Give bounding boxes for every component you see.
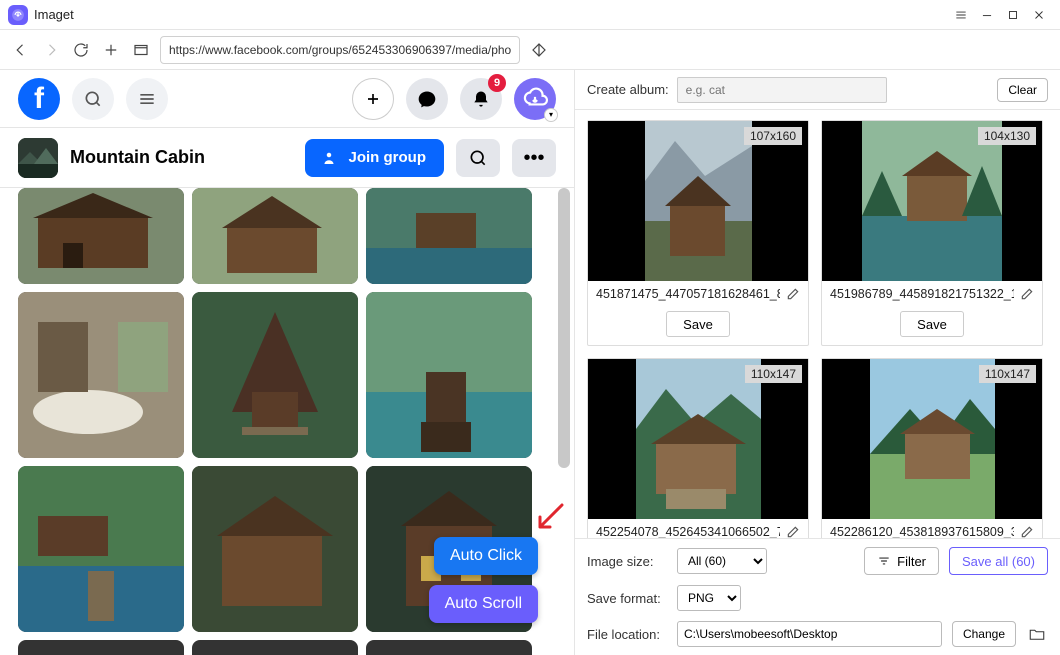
photo-thumbnail[interactable] <box>366 640 532 655</box>
filter-label: Filter <box>897 554 926 569</box>
photo-thumbnail[interactable] <box>192 188 358 284</box>
dimension-badge: 107x160 <box>744 127 802 145</box>
image-card: 110x147 452286120_453818937615809_3957 <box>821 358 1043 538</box>
album-header: Create album: Clear <box>575 70 1060 110</box>
image-thumbnail[interactable]: 110x147 <box>588 359 808 519</box>
image-filename: 451871475_447057181628461_8497 <box>596 287 780 301</box>
image-list: 107x160 451871475_447057181628461_8497 S… <box>575 110 1060 538</box>
menu-icon[interactable] <box>948 4 974 26</box>
album-name-input[interactable] <box>677 77 887 103</box>
edit-icon[interactable] <box>1020 525 1034 538</box>
auto-click-button[interactable]: Auto Click <box>434 537 538 575</box>
save-format-select[interactable]: PNG <box>677 585 741 611</box>
create-album-label: Create album: <box>587 82 669 97</box>
photo-thumbnail[interactable] <box>366 292 532 458</box>
image-size-label: Image size: <box>587 554 667 569</box>
save-button[interactable]: Save <box>900 311 964 337</box>
chevron-down-icon[interactable]: ▾ <box>544 108 558 122</box>
fb-header: f 9 ▾ <box>0 70 574 128</box>
image-filename: 452286120_453818937615809_3957 <box>830 525 1014 538</box>
close-button[interactable] <box>1026 4 1052 26</box>
photo-thumbnail[interactable] <box>18 640 184 655</box>
imaget-download-icon[interactable]: ▾ <box>514 78 556 120</box>
arrow-annotation <box>534 503 564 533</box>
group-header: Mountain Cabin Join group ••• <box>0 128 574 188</box>
save-format-label: Save format: <box>587 591 667 606</box>
image-card: 104x130 451986789_445891821751322_1997 S… <box>821 120 1043 346</box>
photo-thumbnail[interactable] <box>366 188 532 284</box>
back-button[interactable] <box>10 39 32 61</box>
image-thumbnail[interactable]: 110x147 <box>822 359 1042 519</box>
browser-pane: f 9 ▾ Mountain Cabin Join group <box>0 70 575 655</box>
reload-button[interactable] <box>70 39 92 61</box>
create-button[interactable] <box>352 78 394 120</box>
group-avatar[interactable] <box>18 138 58 178</box>
minimize-button[interactable] <box>974 4 1000 26</box>
photo-thumbnail[interactable] <box>192 640 358 655</box>
photo-thumbnail[interactable] <box>192 466 358 632</box>
edit-icon[interactable] <box>786 287 800 301</box>
scrollbar[interactable] <box>558 188 570 468</box>
image-thumbnail[interactable]: 107x160 <box>588 121 808 281</box>
navbar <box>0 30 1060 70</box>
save-all-button[interactable]: Save all (60) <box>949 547 1048 575</box>
url-input[interactable] <box>160 36 520 64</box>
dimension-badge: 110x147 <box>979 365 1036 383</box>
download-panel: Create album: Clear 107x160 451871475_44… <box>575 70 1060 655</box>
search-icon[interactable] <box>72 78 114 120</box>
image-filename: 452254078_452645341066502_7083 <box>596 525 780 538</box>
photo-thumbnail[interactable] <box>18 188 184 284</box>
new-tab-button[interactable] <box>100 39 122 61</box>
join-group-label: Join group <box>349 149 427 166</box>
facebook-logo[interactable]: f <box>18 78 60 120</box>
edit-icon[interactable] <box>1020 287 1034 301</box>
auto-scroll-button[interactable]: Auto Scroll <box>429 585 538 623</box>
maximize-button[interactable] <box>1000 4 1026 26</box>
app-name: Imaget <box>34 7 74 22</box>
filter-button[interactable]: Filter <box>864 547 939 575</box>
titlebar: Imaget <box>0 0 1060 30</box>
image-size-select[interactable]: All (60) <box>677 548 767 574</box>
join-group-button[interactable]: Join group <box>305 139 445 177</box>
download-controls: Image size: All (60) Filter Save all (60… <box>575 538 1060 655</box>
dimension-badge: 104x130 <box>978 127 1036 145</box>
group-name: Mountain Cabin <box>70 147 205 168</box>
open-folder-icon[interactable] <box>1026 623 1048 645</box>
dimension-badge: 110x147 <box>745 365 802 383</box>
file-location-input[interactable] <box>677 621 942 647</box>
app-icon <box>8 5 28 25</box>
forward-button[interactable] <box>40 39 62 61</box>
change-location-button[interactable]: Change <box>952 621 1016 647</box>
clear-button[interactable]: Clear <box>997 78 1048 102</box>
group-more-button[interactable]: ••• <box>512 139 556 177</box>
menu-icon[interactable] <box>126 78 168 120</box>
image-thumbnail[interactable]: 104x130 <box>822 121 1042 281</box>
image-filename: 451986789_445891821751322_1997 <box>830 287 1014 301</box>
window-icon[interactable] <box>130 39 152 61</box>
file-location-label: File location: <box>587 627 667 642</box>
notification-badge: 9 <box>488 74 506 92</box>
image-card: 107x160 451871475_447057181628461_8497 S… <box>587 120 809 346</box>
edit-icon[interactable] <box>786 525 800 538</box>
tag-icon[interactable] <box>528 39 550 61</box>
image-card: 110x147 452254078_452645341066502_7083 <box>587 358 809 538</box>
notifications-icon[interactable]: 9 <box>460 78 502 120</box>
photo-thumbnail[interactable] <box>18 466 184 632</box>
group-search-button[interactable] <box>456 139 500 177</box>
messenger-icon[interactable] <box>406 78 448 120</box>
save-button[interactable]: Save <box>666 311 730 337</box>
photo-thumbnail[interactable] <box>18 292 184 458</box>
photo-thumbnail[interactable] <box>192 292 358 458</box>
